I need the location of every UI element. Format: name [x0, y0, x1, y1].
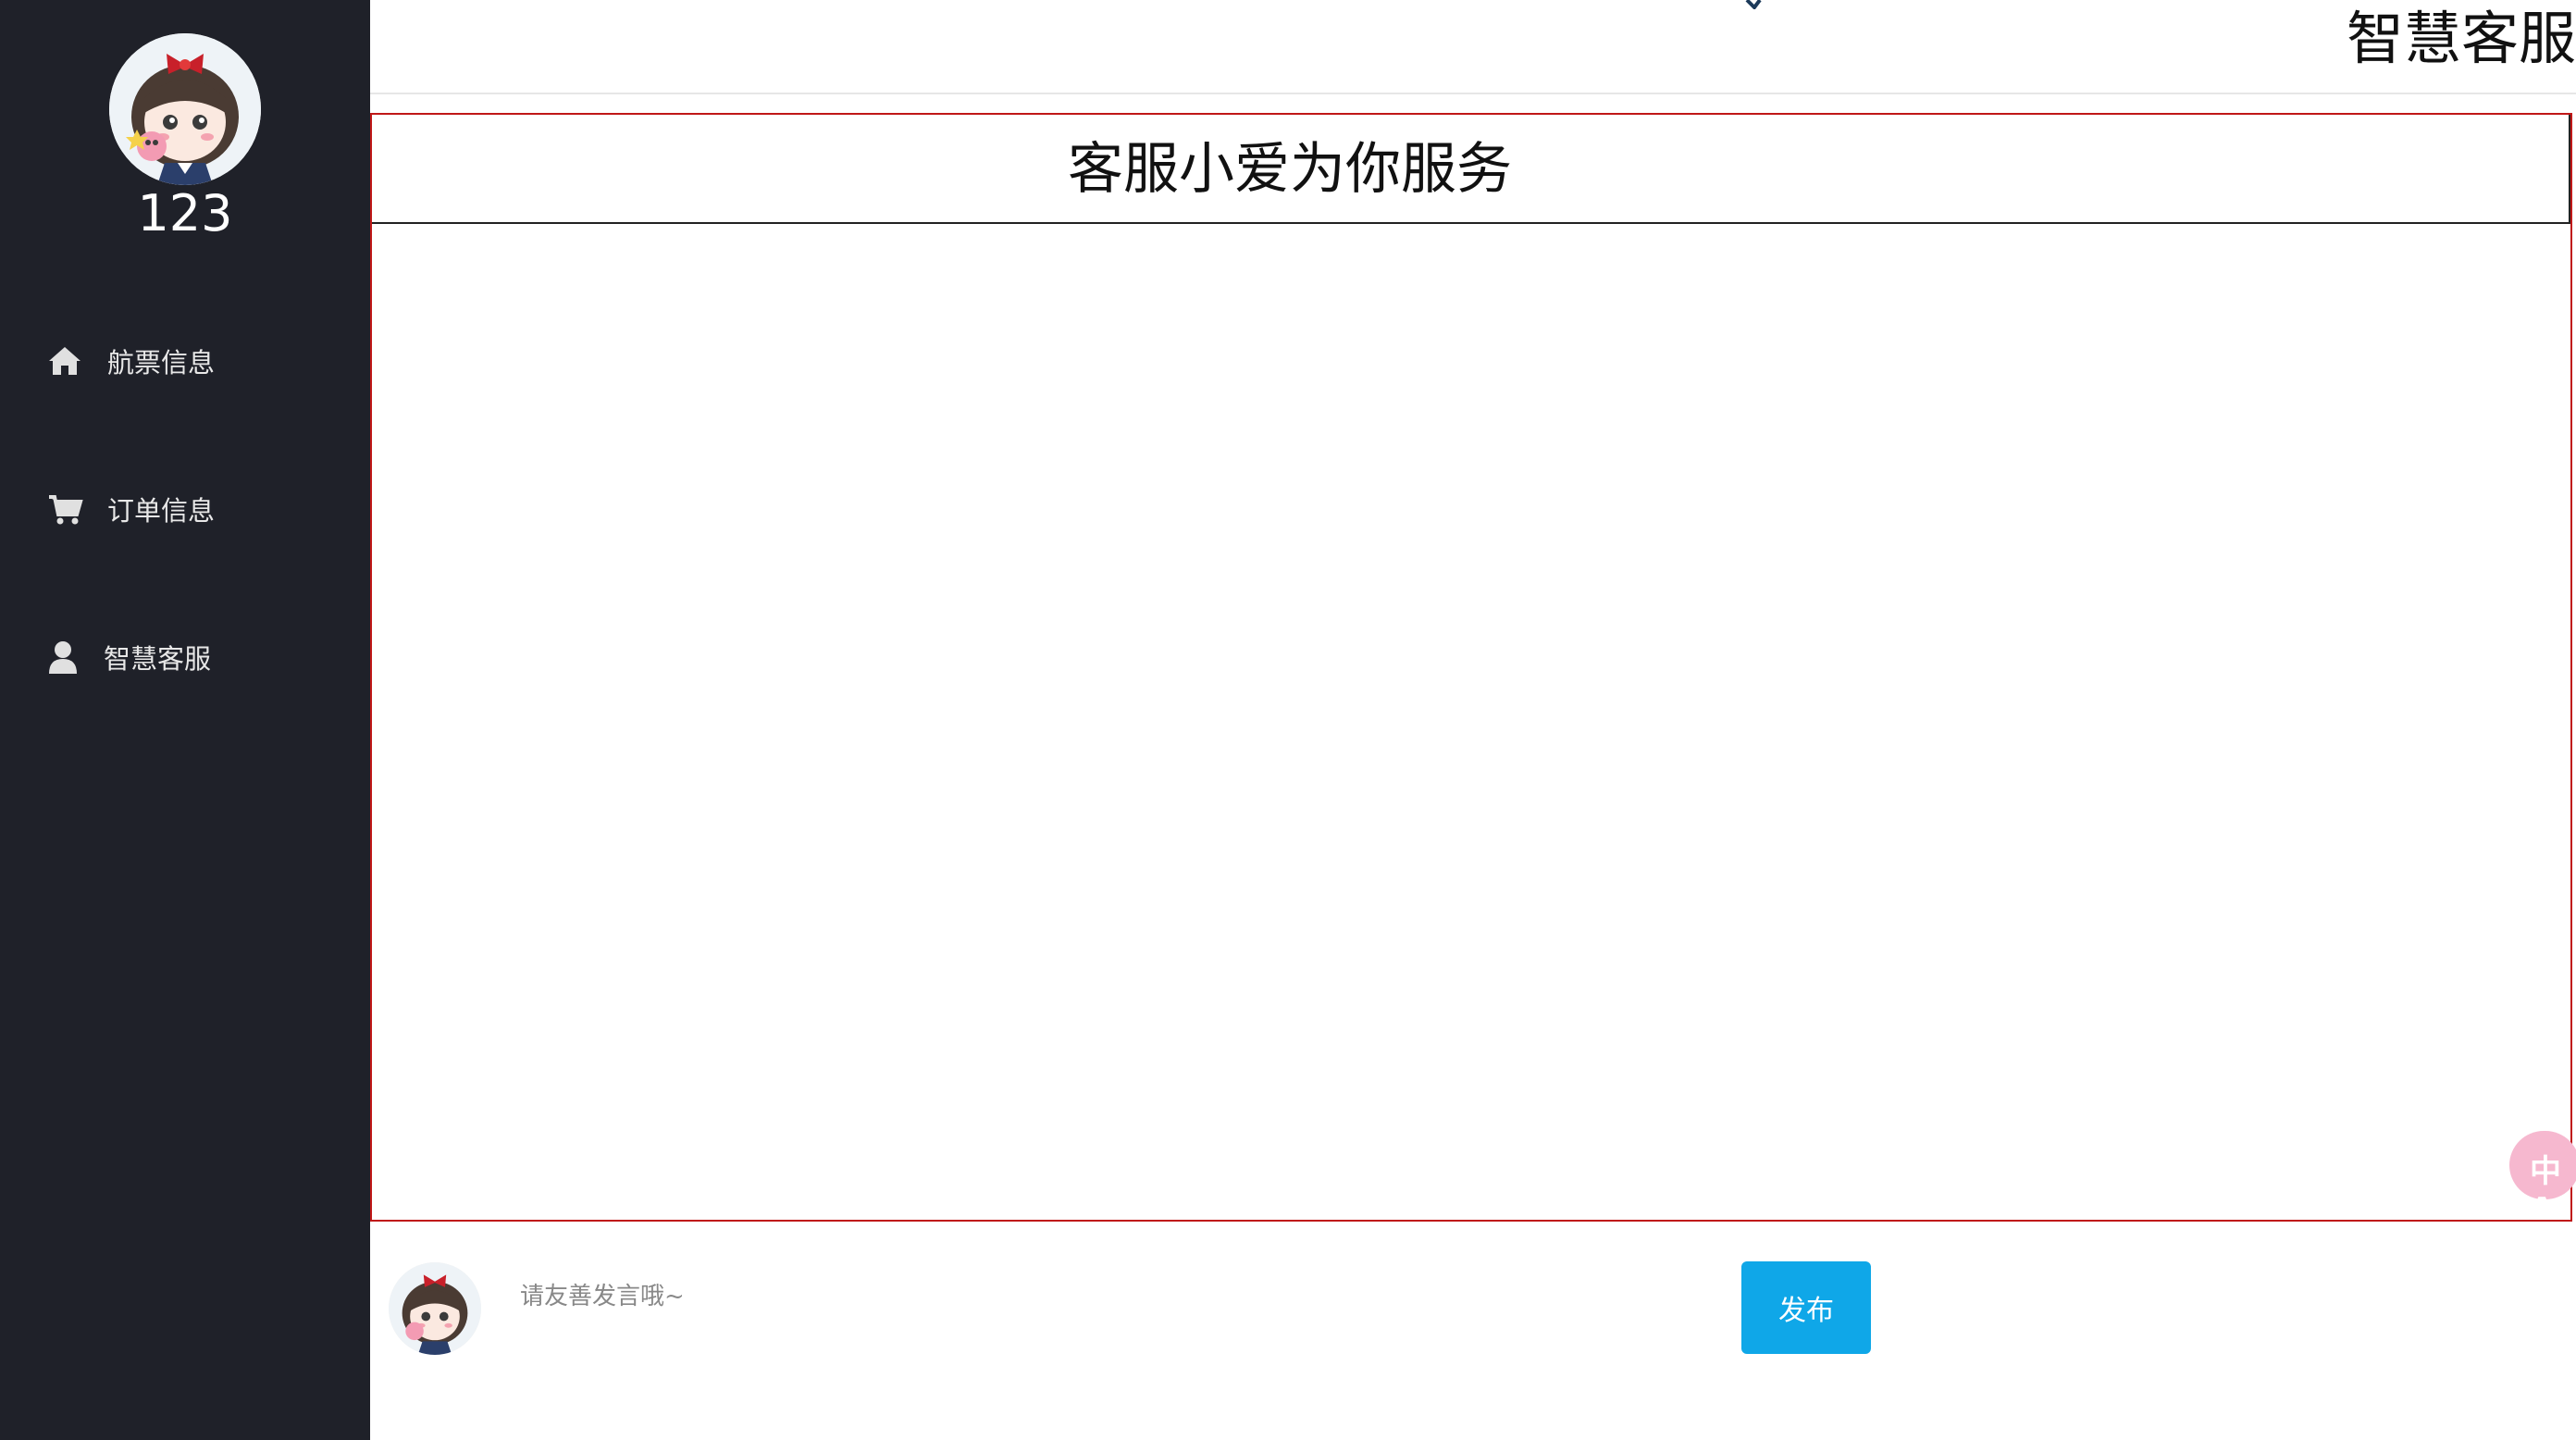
- avatar-illustration: [389, 1262, 481, 1355]
- sidebar-item-label: 航票信息: [107, 347, 216, 379]
- sidebar-item-orders[interactable]: 订单信息: [0, 467, 370, 551]
- sidebar-item-smart-service[interactable]: 智慧客服: [0, 615, 370, 699]
- sidebar-item-label: 智慧客服: [104, 643, 212, 675]
- cursor-icon: [1745, 0, 1762, 9]
- top-bar: 智慧客服: [370, 0, 2576, 94]
- home-icon: [49, 347, 80, 375]
- chat-title: 客服小爱为你服务: [1068, 137, 1512, 202]
- translate-button[interactable]: 中A: [2509, 1131, 2576, 1228]
- message-input[interactable]: [518, 1268, 1725, 1325]
- cart-icon: [49, 495, 83, 525]
- sidebar-item-label: 订单信息: [107, 495, 216, 527]
- composer-avatar: [389, 1262, 481, 1355]
- chat-messages-area: [372, 224, 2570, 1220]
- chat-window: 客服小爱为你服务: [370, 113, 2572, 1222]
- user-avatar[interactable]: [109, 33, 261, 185]
- avatar-illustration: [109, 33, 261, 185]
- page-title: 智慧客服: [2346, 5, 2576, 72]
- chat-header: 客服小爱为你服务: [372, 115, 2570, 224]
- user-icon: [49, 641, 77, 674]
- username: 123: [137, 184, 233, 242]
- sidebar: 123 航票信息 订单信息 智慧客服: [0, 0, 370, 1440]
- translate-icon: 中A: [2530, 1153, 2561, 1228]
- publish-button[interactable]: 发布: [1741, 1261, 1871, 1354]
- sidebar-item-flight-info[interactable]: 航票信息: [0, 319, 370, 403]
